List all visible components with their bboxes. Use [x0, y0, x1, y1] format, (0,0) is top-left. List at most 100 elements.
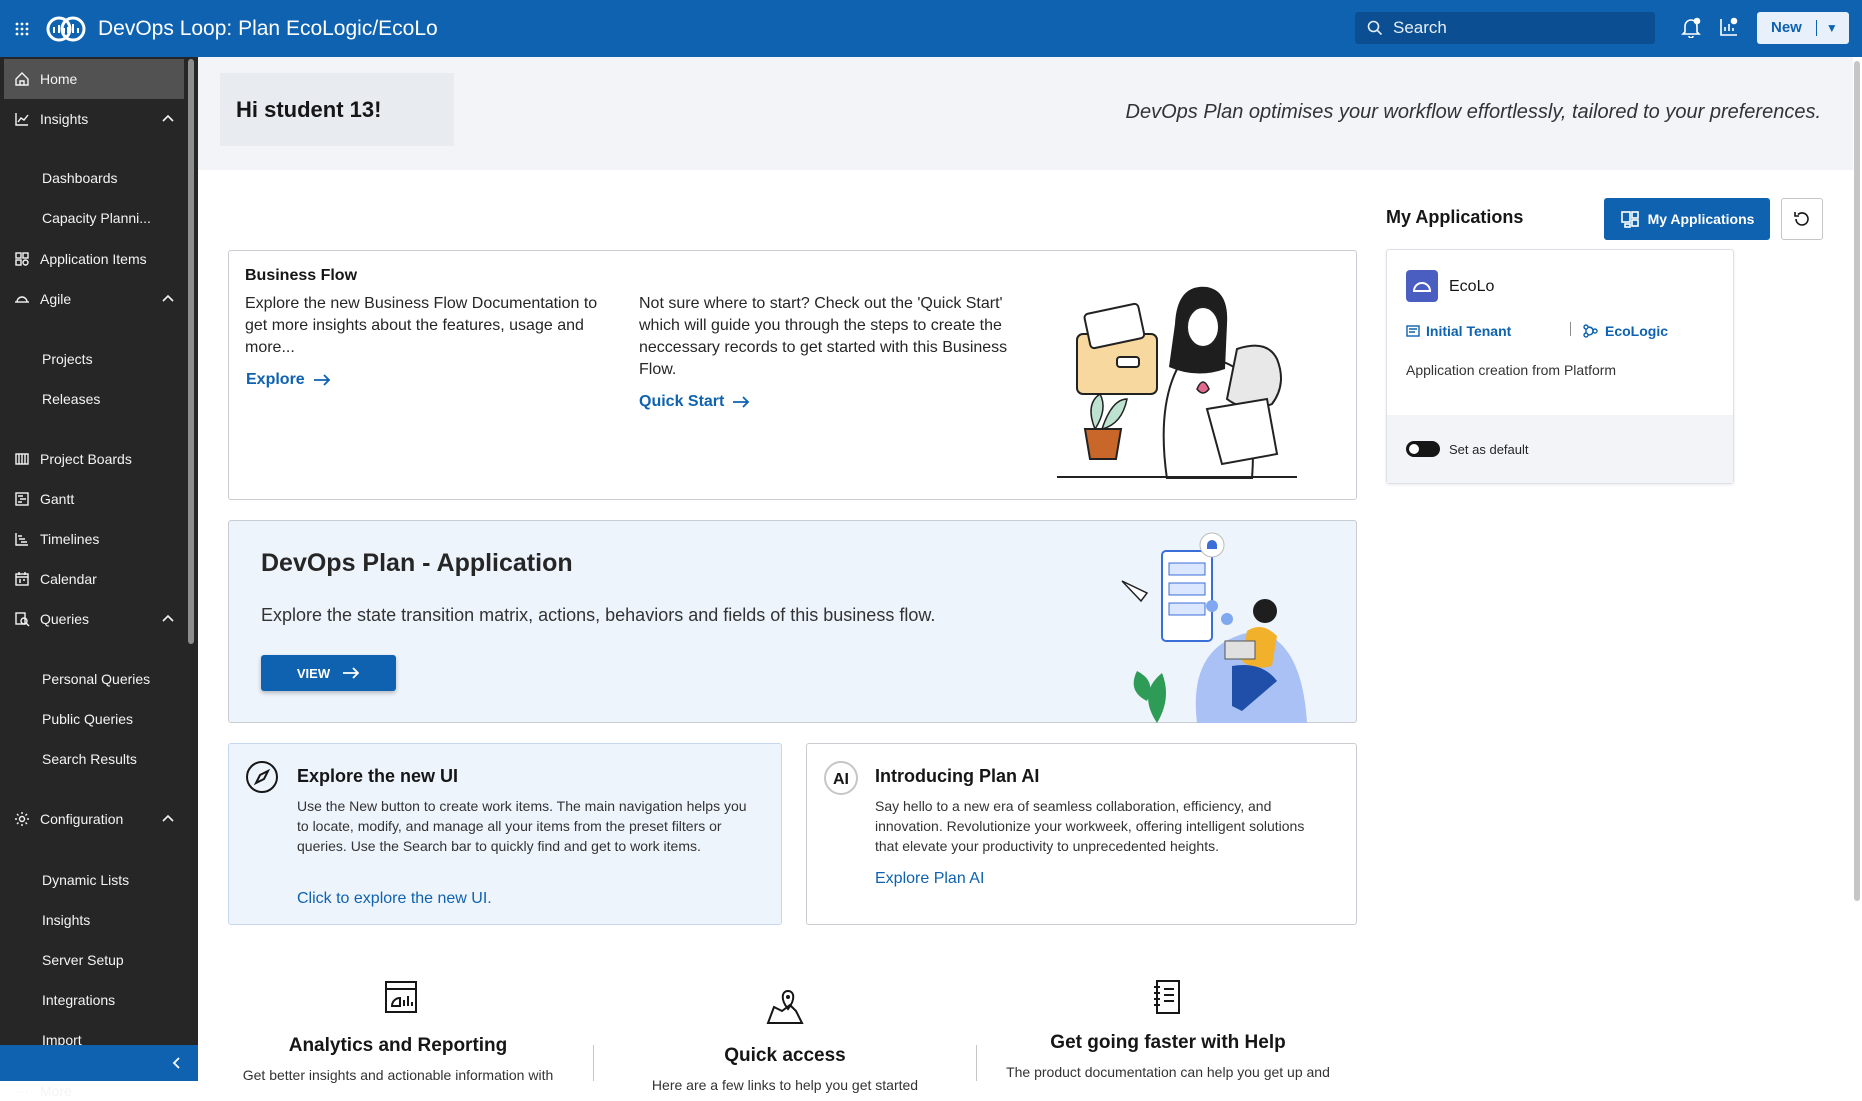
sidebar-item-gantt[interactable]: Gantt [4, 479, 184, 519]
refresh-button[interactable] [1781, 198, 1823, 240]
sidebar-item-label: Gantt [40, 491, 75, 507]
explore-ui-link[interactable]: Click to explore the new UI. [297, 890, 492, 908]
sidebar-item-application-items[interactable]: Application Items [4, 239, 184, 279]
project-link[interactable]: EcoLogic [1583, 323, 1668, 339]
explore-plan-ai-link[interactable]: Explore Plan AI [875, 870, 984, 888]
sidebar-item-dashboards[interactable]: Dashboards [42, 158, 118, 198]
sidebar-item-label: Timelines [40, 531, 100, 547]
feature-analytics-reporting: Analytics and Reporting Get better insig… [198, 1035, 598, 1083]
set-default-label: Set as default [1449, 442, 1529, 457]
greeting-text: Hi student 13! [220, 73, 454, 146]
sidebar-item-home[interactable]: Home [4, 59, 184, 99]
reports-icon[interactable] [1718, 16, 1740, 43]
tenant-name: Initial Tenant [1426, 323, 1512, 339]
sidebar-item-label: Home [40, 71, 78, 87]
plan-ai-title: Introducing Plan AI [875, 766, 1040, 786]
search-input[interactable]: Search [1355, 12, 1655, 44]
sidebar-item-projects[interactable]: Projects [42, 339, 93, 379]
sidebar-item-agile[interactable]: Agile [4, 279, 184, 319]
sidebar-item-label: Application Items [40, 251, 147, 267]
svg-text:AI: AI [833, 771, 849, 788]
applications-icon [1620, 211, 1639, 228]
woman-with-documents-illustration [1057, 286, 1297, 479]
application-description: Application creation from Platform [1406, 362, 1617, 378]
sidebar-item-releases[interactable]: Releases [42, 379, 100, 419]
sidebar-item-personal-queries[interactable]: Personal Queries [42, 659, 150, 699]
sidebar-scrollbar[interactable] [188, 59, 194, 644]
feature-help: Get going faster with Help The product d… [976, 1032, 1360, 1080]
application-card-ecolo[interactable]: EcoLo Initial Tenant EcoLogic Applicatio… [1386, 249, 1734, 484]
feature-title: Get going faster with Help [1050, 1032, 1286, 1053]
chevron-down-icon[interactable]: ▼ [1817, 21, 1838, 35]
sidebar-nav: Home Insights Dashboards Capacity Planni… [0, 57, 198, 1099]
application-section-title: DevOps Plan - Application [261, 549, 573, 577]
sidebar-item-dynamic-lists[interactable]: Dynamic Lists [42, 860, 129, 900]
sidebar-item-label: More [40, 1083, 72, 1099]
board-icon [4, 451, 40, 467]
top-bar: DevOps Loop: Plan EcoLogic/EcoLo Search … [0, 0, 1862, 57]
sidebar-item-timelines[interactable]: Timelines [4, 519, 184, 559]
sidebar-collapse-button[interactable] [0, 1045, 198, 1081]
sidebar-item-label: Queries [40, 611, 90, 627]
more-icon: ··· [15, 1083, 29, 1099]
sidebar-item-label: Project Boards [40, 451, 132, 467]
sidebar-item-more[interactable]: ··· More [4, 1081, 184, 1101]
analytics-icon [385, 981, 417, 1013]
compass-icon [246, 761, 278, 793]
explore-new-ui-card: Explore the new UI Use the New button to… [228, 743, 782, 925]
my-applications-button[interactable]: My Applications [1604, 198, 1770, 240]
business-flow-quickstart-text: Not sure where to start? Check out the '… [639, 295, 1008, 378]
chevron-up-icon[interactable] [160, 611, 176, 630]
business-flow-explore-text: Explore the new Business Flow Documentat… [245, 295, 598, 356]
page-scrollbar[interactable] [1854, 61, 1860, 901]
main-content: Hi student 13! DevOps Plan optimises you… [198, 57, 1860, 1093]
chevron-up-icon[interactable] [160, 811, 176, 830]
sidebar-item-config-insights[interactable]: Insights [42, 900, 90, 940]
meta-divider [1570, 322, 1571, 336]
refresh-icon [1794, 212, 1809, 226]
explore-ui-body: Use the New button to create work items.… [297, 798, 747, 854]
sidebar-item-label: Insights [40, 111, 89, 127]
chevron-up-icon[interactable] [160, 111, 176, 130]
plan-ai-icon: AI [824, 761, 858, 795]
set-default-toggle[interactable] [1406, 441, 1440, 457]
sidebar-item-integrations[interactable]: Integrations [42, 980, 115, 1020]
chevron-up-icon[interactable] [160, 291, 176, 310]
tenant-icon [1406, 325, 1420, 337]
sidebar-item-server-setup[interactable]: Server Setup [42, 940, 124, 980]
view-button[interactable]: VIEW [261, 655, 396, 691]
sidebar-item-project-boards[interactable]: Project Boards [4, 439, 184, 479]
agile-icon [4, 291, 40, 307]
feature-description: The product documentation can help you g… [1006, 1064, 1330, 1080]
plan-ai-body: Say hello to a new era of seamless colla… [875, 798, 1305, 854]
tenant-link[interactable]: Initial Tenant [1406, 323, 1511, 339]
quick-start-link[interactable]: Quick Start [639, 393, 750, 411]
sidebar-item-calendar[interactable]: Calendar [4, 559, 184, 599]
application-section-description: Explore the state transition matrix, act… [261, 605, 936, 625]
application-name: EcoLo [1449, 278, 1495, 295]
view-button-label: VIEW [296, 665, 331, 681]
arrow-right-icon [343, 667, 360, 679]
feature-title: Quick access [724, 1045, 846, 1066]
chart-line-icon [4, 111, 40, 127]
app-switcher-icon[interactable] [0, 21, 44, 37]
business-flow-card: Business Flow Explore the new Business F… [228, 250, 1357, 500]
query-icon [4, 611, 40, 627]
sidebar-item-insights[interactable]: Insights [4, 99, 184, 139]
notification-bell-icon[interactable] [1680, 16, 1702, 43]
sidebar-item-capacity-planning[interactable]: Capacity Planni... [42, 198, 151, 238]
sidebar-item-public-queries[interactable]: Public Queries [42, 699, 133, 739]
quick-start-link-label: Quick Start [639, 393, 725, 410]
sidebar-item-search-results[interactable]: Search Results [42, 739, 137, 779]
sidebar-item-label: Configuration [40, 811, 124, 827]
search-icon [1367, 20, 1383, 36]
feature-description: Here are a few links to help you get sta… [651, 1077, 919, 1093]
explore-link[interactable]: Explore [246, 371, 331, 389]
new-button[interactable]: New ▼ [1757, 12, 1849, 44]
devops-plan-application-card: DevOps Plan - Application Explore the st… [228, 520, 1357, 723]
sidebar-item-configuration[interactable]: Configuration [4, 799, 184, 839]
sidebar-item-queries[interactable]: Queries [4, 599, 184, 639]
app-items-icon [4, 251, 40, 267]
gantt-icon [4, 491, 40, 507]
arrow-right-icon [313, 374, 330, 386]
